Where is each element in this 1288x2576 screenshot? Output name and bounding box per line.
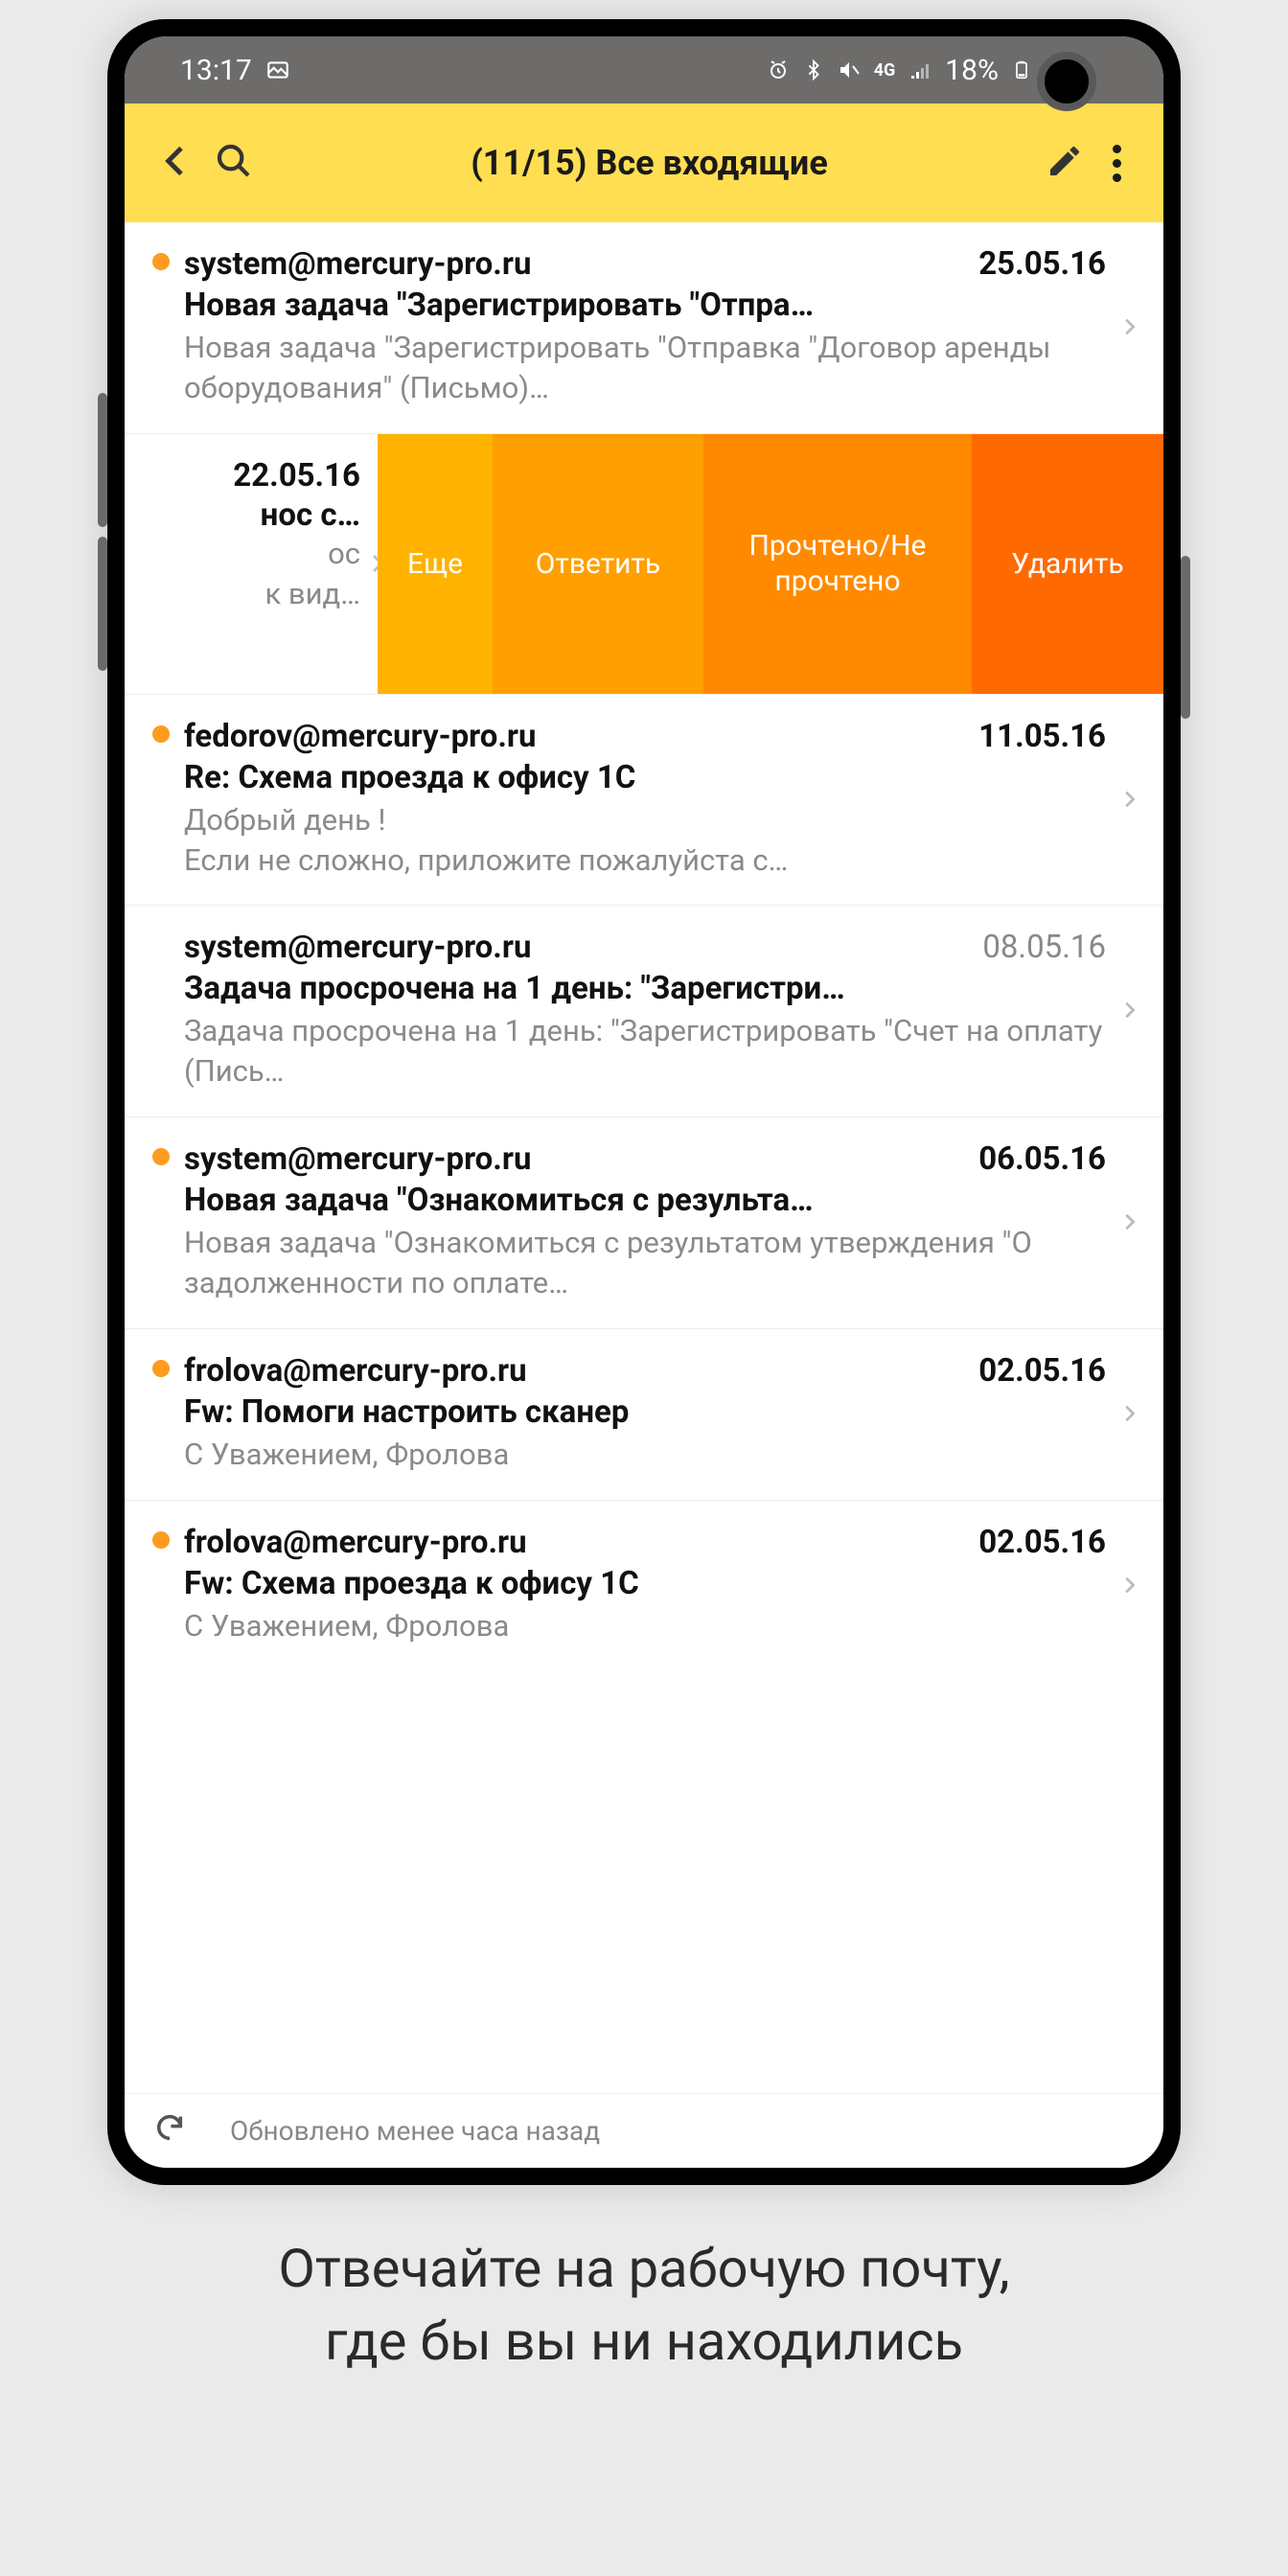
swipe-delete-button[interactable]: Удалить — [972, 434, 1163, 694]
chevron-right-icon — [1112, 1140, 1146, 1303]
chevron-right-icon — [1112, 718, 1146, 881]
email-sender: frolova@mercury-pro.ru — [184, 1352, 527, 1390]
email-row[interactable]: system@mercury-pro.ru 06.05.16 Новая зад… — [125, 1117, 1163, 1329]
network-4g-icon: 4G — [874, 60, 896, 80]
unread-dot-icon — [152, 725, 170, 743]
signal-icon — [908, 58, 932, 81]
email-row[interactable]: frolova@mercury-pro.ru 02.05.16 Fw: Схем… — [125, 1501, 1163, 1671]
email-sender: system@mercury-pro.ru — [184, 245, 531, 283]
marketing-caption: Отвечайте на рабочую почту, где бы вы ни… — [0, 2233, 1288, 2378]
swipe-actions: Еще Ответить Прочтено/Не прочтено Удалит… — [378, 434, 1163, 694]
email-preview: Добрый день ! Если не сложно, приложите … — [184, 800, 1106, 881]
email-preview: Новая задача "Зарегистрировать "Отправка… — [184, 328, 1106, 408]
unread-dot-icon — [152, 253, 170, 270]
volume-down-button — [98, 537, 107, 671]
email-row[interactable]: system@mercury-pro.ru 08.05.16 Задача пр… — [125, 906, 1163, 1117]
refresh-button[interactable] — [153, 2111, 186, 2150]
email-date: 02.05.16 — [978, 1352, 1106, 1390]
screen: 13:17 4G 18% — [125, 36, 1163, 2168]
front-camera — [1037, 52, 1096, 111]
page-title: (11/15) Все входящие — [272, 143, 1026, 183]
swipe-more-button[interactable]: Еще — [378, 434, 493, 694]
search-button[interactable] — [215, 142, 253, 184]
email-date: 22.05.16 — [125, 457, 360, 494]
bluetooth-icon — [803, 59, 824, 80]
email-sender: system@mercury-pro.ru — [184, 1140, 531, 1178]
status-battery-pct: 18% — [945, 54, 999, 87]
email-date: 08.05.16 — [982, 929, 1106, 966]
battery-icon — [1012, 57, 1031, 83]
email-preview: С Уважением, Фролова — [184, 1435, 1106, 1475]
email-row-swiped[interactable]: 22.05.16 нос с… ос к вид… Еще Ответить П… — [125, 434, 1163, 695]
email-preview: к вид… — [125, 574, 360, 614]
email-row[interactable]: fedorov@mercury-pro.ru 11.05.16 Re: Схем… — [125, 695, 1163, 907]
email-row[interactable]: system@mercury-pro.ru 25.05.16 Новая зад… — [125, 222, 1163, 434]
volume-up-button — [98, 393, 107, 527]
email-sender: system@mercury-pro.ru — [184, 929, 531, 966]
alarm-icon — [767, 58, 790, 81]
email-sender: frolova@mercury-pro.ru — [184, 1524, 527, 1561]
chevron-right-icon — [1112, 929, 1146, 1092]
email-subject: нос с… — [125, 496, 360, 534]
email-row[interactable]: frolova@mercury-pro.ru 02.05.16 Fw: Помо… — [125, 1329, 1163, 1501]
email-date: 25.05.16 — [978, 245, 1106, 283]
unread-dot-icon — [152, 1148, 170, 1165]
email-date: 06.05.16 — [978, 1140, 1106, 1178]
unread-dot-icon — [152, 1360, 170, 1377]
app-bar: (11/15) Все входящие — [125, 104, 1163, 222]
email-subject: Fw: Помоги настроить сканер — [184, 1393, 1106, 1431]
compose-button[interactable] — [1046, 142, 1084, 184]
caption-line: Отвечайте на рабочую почту, — [0, 2233, 1288, 2306]
chevron-right-icon — [1112, 1352, 1146, 1475]
unread-dot-icon — [152, 1531, 170, 1549]
swipe-toggle-read-button[interactable]: Прочтено/Не прочтено — [703, 434, 972, 694]
chevron-right-icon — [1112, 1524, 1146, 1646]
email-date: 02.05.16 — [978, 1524, 1106, 1561]
chevron-right-icon — [1112, 245, 1146, 408]
mute-icon — [838, 58, 861, 81]
email-subject: Новая задача "Зарегистрировать "Отпра… — [184, 287, 1106, 324]
back-button[interactable] — [157, 142, 196, 184]
power-button — [1181, 556, 1190, 719]
email-preview: С Уважением, Фролова — [184, 1606, 1106, 1646]
email-preview: ос — [125, 534, 360, 574]
status-time: 13:17 — [180, 54, 252, 87]
refresh-bar: Обновлено менее часа назад — [125, 2093, 1163, 2168]
refresh-status: Обновлено менее часа назад — [230, 2115, 600, 2147]
email-list[interactable]: system@mercury-pro.ru 25.05.16 Новая зад… — [125, 222, 1163, 2093]
email-preview: Новая задача "Ознакомиться с результатом… — [184, 1223, 1106, 1303]
email-subject: Задача просрочена на 1 день: "Зарегистри… — [184, 970, 1106, 1007]
swipe-reply-button[interactable]: Ответить — [493, 434, 703, 694]
image-icon — [265, 58, 290, 82]
email-sender: fedorov@mercury-pro.ru — [184, 718, 537, 755]
status-bar: 13:17 4G 18% — [125, 36, 1163, 104]
email-subject: Re: Схема проезда к офису 1С — [184, 759, 1106, 796]
overflow-menu-button[interactable] — [1103, 141, 1131, 186]
email-subject: Fw: Схема проезда к офису 1С — [184, 1565, 1106, 1602]
email-subject: Новая задача "Ознакомиться с результа… — [184, 1182, 1106, 1219]
email-preview: Задача просрочена на 1 день: "Зарегистри… — [184, 1011, 1106, 1092]
phone-frame: 13:17 4G 18% — [107, 19, 1181, 2185]
email-date: 11.05.16 — [978, 718, 1106, 755]
caption-line: где бы вы ни находились — [0, 2306, 1288, 2379]
